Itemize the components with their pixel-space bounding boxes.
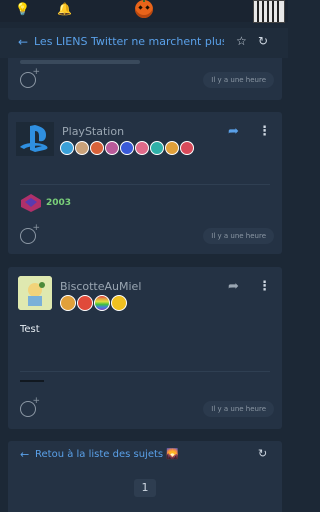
- post-time: Il y a une heure: [203, 72, 274, 88]
- badge-icon[interactable]: [60, 141, 74, 155]
- badge-icon[interactable]: [135, 141, 149, 155]
- refresh-icon[interactable]: ↻: [258, 34, 268, 48]
- share-icon[interactable]: ➦: [228, 279, 239, 294]
- signature-divider: [20, 184, 270, 185]
- post-time: Il y a une heure: [203, 401, 274, 417]
- badge-icon[interactable]: [105, 141, 119, 155]
- badge-row: [60, 295, 127, 311]
- more-options-icon[interactable]: ⋮: [258, 279, 271, 294]
- badge-icon[interactable]: [180, 141, 194, 155]
- cropped-signature: [20, 60, 140, 64]
- post-card: PlayStation ➦ ⋮ 2003 Il y a une heure: [8, 112, 282, 254]
- badge-icon[interactable]: [77, 295, 93, 311]
- add-reaction-icon[interactable]: [20, 223, 40, 244]
- page-button[interactable]: 1: [134, 479, 156, 497]
- footer-card: ← Retou à la liste des sujets 🌄 ↻: [8, 441, 282, 512]
- username[interactable]: PlayStation: [62, 125, 124, 138]
- badge-icon[interactable]: [75, 141, 89, 155]
- signature-line: [20, 380, 44, 382]
- badge-icon[interactable]: [150, 141, 164, 155]
- back-arrow-icon[interactable]: ←: [18, 35, 28, 49]
- post-card: BiscotteAuMiel ➦ ⋮ Test Il y a une heure: [8, 267, 282, 429]
- post-body: Test: [20, 324, 40, 335]
- user-avatar[interactable]: [253, 0, 285, 23]
- add-reaction-icon[interactable]: [20, 67, 40, 88]
- bell-icon[interactable]: 🔔: [57, 2, 72, 16]
- signature-image: [20, 193, 42, 213]
- share-icon[interactable]: ➦: [228, 124, 239, 139]
- more-options-icon[interactable]: ⋮: [258, 124, 271, 139]
- playstation-avatar: [16, 122, 54, 156]
- badge-icon[interactable]: [90, 141, 104, 155]
- pumpkin-logo[interactable]: [135, 0, 153, 18]
- signature-text: 2003: [46, 198, 72, 208]
- badge-icon[interactable]: [60, 295, 76, 311]
- refresh-icon[interactable]: ↻: [258, 447, 267, 460]
- rainbow-badge-icon[interactable]: [94, 295, 110, 311]
- topic-title-bar: ← Les LIENS Twitter ne marchent plus❗ ☆ …: [0, 28, 288, 58]
- signature-divider: [20, 371, 270, 372]
- badge-icon[interactable]: [165, 141, 179, 155]
- topic-title: Les LIENS Twitter ne marchent plus❗: [34, 35, 224, 48]
- badge-icon[interactable]: [111, 295, 127, 311]
- back-arrow-icon[interactable]: ←: [20, 448, 29, 461]
- post-time: Il y a une heure: [203, 228, 274, 244]
- biscotte-avatar: [18, 276, 52, 310]
- post-card: Il y a une heure: [8, 58, 282, 100]
- add-reaction-icon[interactable]: [20, 396, 40, 417]
- badge-row: [60, 141, 194, 155]
- back-to-topics-link[interactable]: Retou à la liste des sujets 🌄: [35, 449, 179, 460]
- username[interactable]: BiscotteAuMiel: [60, 280, 141, 293]
- favorite-star-icon[interactable]: ☆: [236, 34, 247, 48]
- top-app-bar: 💡 🔔: [0, 0, 288, 23]
- lightbulb-icon[interactable]: 💡: [15, 2, 30, 16]
- badge-icon[interactable]: [120, 141, 134, 155]
